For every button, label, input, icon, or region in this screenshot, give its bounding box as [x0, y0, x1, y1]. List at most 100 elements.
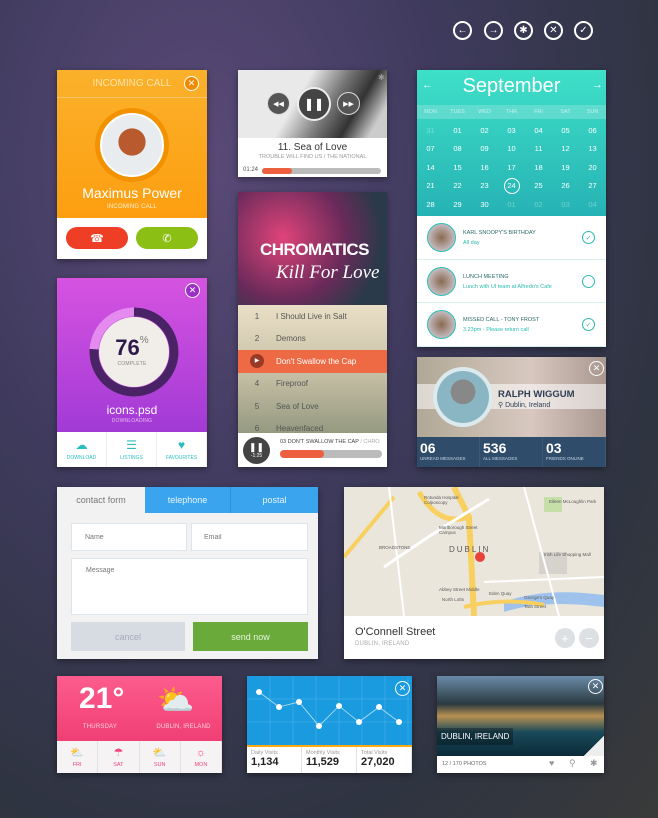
calendar-day[interactable]: 04: [579, 195, 606, 214]
email-input[interactable]: [191, 523, 308, 551]
calendar-day[interactable]: 03: [498, 121, 525, 140]
profile-stat[interactable]: 03 FRIENDS ONLINE: [543, 437, 606, 467]
calendar-day[interactable]: 30: [471, 195, 498, 214]
track-row[interactable]: 5 Sea of Love: [238, 395, 387, 418]
calendar-day[interactable]: 01: [498, 195, 525, 214]
calendar-day[interactable]: 31: [417, 121, 444, 140]
calendar-day[interactable]: 06: [579, 121, 606, 140]
close-icon[interactable]: ✕: [544, 21, 563, 40]
profile-stat[interactable]: 06 UNREAD MESSAGES: [417, 437, 480, 467]
day-number: 30: [480, 199, 489, 209]
track-row[interactable]: 4 Fireproof: [238, 373, 387, 396]
decline-call-button[interactable]: ☎: [66, 227, 128, 249]
arrow-right-icon[interactable]: →: [484, 21, 503, 40]
close-icon[interactable]: ✕: [589, 361, 604, 376]
profile-stat[interactable]: 536 ALL MESSAGES: [480, 437, 543, 467]
calendar-day[interactable]: 18: [525, 158, 552, 177]
gear-icon[interactable]: ✱: [378, 73, 385, 82]
calendar-day[interactable]: 16: [471, 158, 498, 177]
day-number: 04: [588, 199, 597, 209]
check-icon[interactable]: ✓: [574, 21, 593, 40]
gear-icon[interactable]: ✱: [590, 758, 598, 769]
calendar-day[interactable]: 28: [417, 195, 444, 214]
calendar-day[interactable]: 10: [498, 140, 525, 159]
calendar-day[interactable]: 04: [525, 121, 552, 140]
tab-telephone[interactable]: telephone: [145, 487, 231, 513]
forecast-day[interactable]: ☂ SAT: [98, 741, 140, 773]
calendar-day[interactable]: 26: [552, 177, 579, 196]
calendar-day[interactable]: 02: [471, 121, 498, 140]
tab-contact-form[interactable]: contact form: [57, 487, 145, 513]
track-row[interactable]: 2 Demons: [238, 328, 387, 351]
tab-listings[interactable]: ☰ LISTINGS: [107, 432, 157, 467]
calendar-day[interactable]: 27: [579, 177, 606, 196]
page-curl[interactable]: [584, 736, 604, 756]
calendar-day[interactable]: 09: [471, 140, 498, 159]
zoom-in-button[interactable]: +: [555, 628, 575, 648]
calendar-day[interactable]: 07: [417, 140, 444, 159]
accept-call-button[interactable]: ✆: [136, 227, 198, 249]
close-icon[interactable]: ✕: [395, 681, 410, 696]
calendar-day[interactable]: 23: [471, 177, 498, 196]
calendar-day[interactable]: 03: [552, 195, 579, 214]
day-number: 26: [561, 181, 570, 191]
forecast-day[interactable]: ⛅ FRI: [57, 741, 99, 773]
calendar-day[interactable]: 24: [498, 177, 525, 196]
calendar-day[interactable]: 11: [525, 140, 552, 159]
calendar-day[interactable]: 13: [579, 140, 606, 159]
day-number: 07: [426, 144, 435, 154]
calendar-day[interactable]: 05: [552, 121, 579, 140]
calendar-day[interactable]: 12: [552, 140, 579, 159]
track-row[interactable]: 1 I Should Live in Salt: [238, 305, 387, 328]
check-icon[interactable]: ✓: [582, 231, 595, 244]
close-icon[interactable]: ✕: [185, 283, 200, 298]
calendar-day[interactable]: 25: [525, 177, 552, 196]
day-number: 24: [503, 177, 520, 194]
calendar-day[interactable]: 22: [444, 177, 471, 196]
arrow-left-icon[interactable]: ←: [453, 21, 472, 40]
heart-icon[interactable]: ♥: [549, 758, 554, 768]
calendar-day[interactable]: 14: [417, 158, 444, 177]
calendar-day[interactable]: 29: [444, 195, 471, 214]
check-icon[interactable]: ✓: [582, 318, 595, 332]
close-icon[interactable]: ✕: [184, 76, 199, 91]
event-item[interactable]: KARL SNOOPY'S BIRTHDAY All day ✓: [417, 216, 606, 260]
month-title: September: [462, 75, 561, 97]
tab-favourites[interactable]: ♥ FAVOURITES: [157, 432, 207, 467]
event-item[interactable]: MISSED CALL - TONY FROST 3.23pm - Please …: [417, 303, 606, 347]
calendar-day[interactable]: 02: [525, 195, 552, 214]
calendar-day[interactable]: 21: [417, 177, 444, 196]
event-item[interactable]: LUNCH MEETING Lunch with UI team at Alfre…: [417, 260, 606, 304]
calendar-day[interactable]: 15: [444, 158, 471, 177]
tab-postal[interactable]: postal: [231, 487, 318, 513]
zoom-out-button[interactable]: −: [579, 628, 599, 648]
message-input[interactable]: [71, 558, 308, 615]
pause-button[interactable]: ❚❚ -1:25: [243, 437, 270, 464]
calendar-day[interactable]: 08: [444, 140, 471, 159]
data-point: [276, 704, 282, 710]
track-row[interactable]: ▶ Don't Swallow the Cap: [238, 350, 387, 373]
forward-button[interactable]: ▶▶: [337, 92, 360, 115]
checkbox-empty-icon[interactable]: [582, 274, 595, 288]
calendar-day[interactable]: 19: [552, 158, 579, 177]
data-point: [296, 699, 302, 705]
tab-download[interactable]: ☁ DOWNLOAD: [57, 432, 107, 467]
progress-bar[interactable]: [262, 168, 381, 174]
calendar-day[interactable]: 01: [444, 121, 471, 140]
calendar-day[interactable]: 20: [579, 158, 606, 177]
day-number: 31: [426, 125, 435, 135]
pause-button[interactable]: ❚❚: [297, 87, 331, 121]
search-icon[interactable]: ⚲: [569, 758, 576, 769]
rewind-button[interactable]: ◀◀: [267, 92, 290, 115]
forecast-day[interactable]: ☼ MON: [181, 741, 222, 773]
name-input[interactable]: [71, 523, 187, 551]
progress-bar[interactable]: [280, 450, 382, 458]
send-now-button[interactable]: send now: [193, 622, 308, 651]
forecast-day[interactable]: ⛅ SUN: [140, 741, 181, 773]
close-icon[interactable]: ✕: [588, 679, 603, 694]
forecast-label: FRI: [72, 761, 82, 768]
event-detail: 3.23pm - Please return call: [463, 327, 529, 334]
gear-icon[interactable]: ✱: [514, 21, 533, 40]
calendar-day[interactable]: 17: [498, 158, 525, 177]
cancel-button[interactable]: cancel: [71, 622, 185, 651]
